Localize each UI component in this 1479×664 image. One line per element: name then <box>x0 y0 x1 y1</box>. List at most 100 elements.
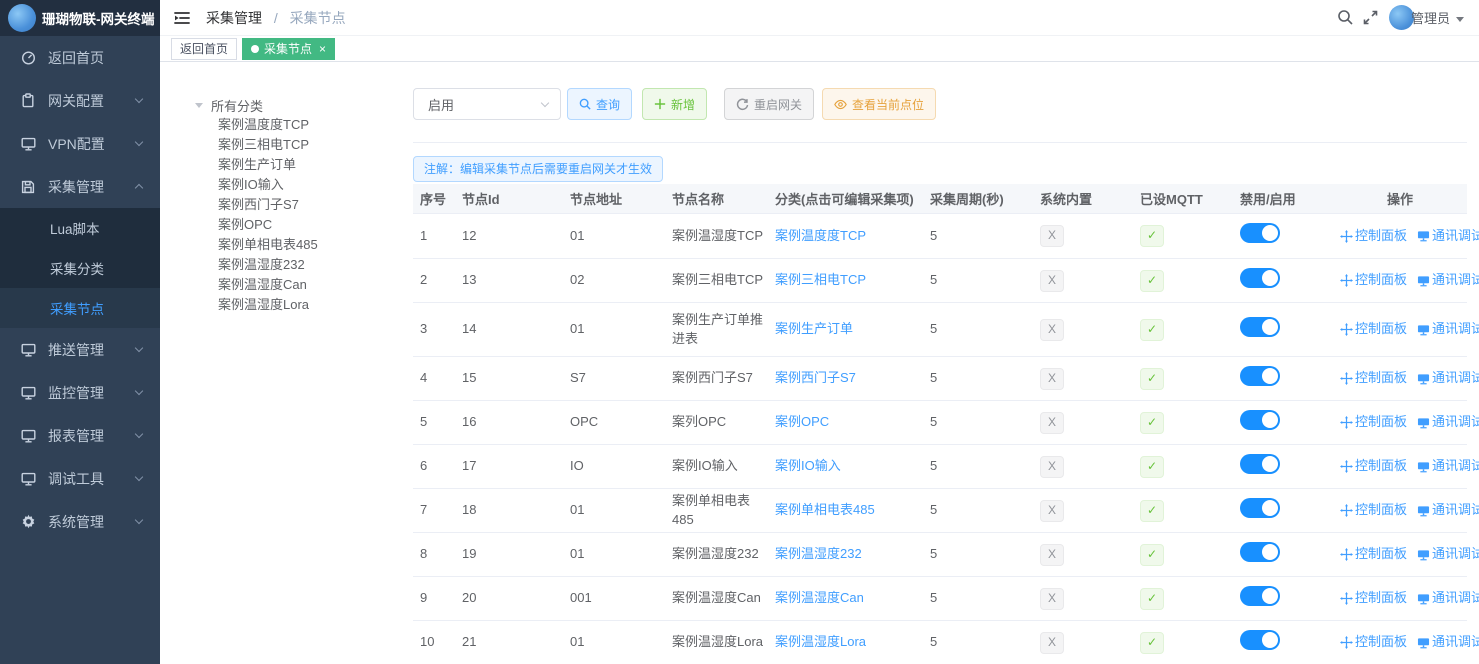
comm-debug-link[interactable]: 通讯调试 <box>1417 320 1479 339</box>
enable-toggle[interactable] <box>1240 268 1280 288</box>
chevron-down-icon <box>135 94 143 102</box>
cell-node-id: 21 <box>455 633 563 652</box>
sidebar-item-gateway-config[interactable]: 网关配置 <box>0 79 160 122</box>
category-link[interactable]: 案例西门子S7 <box>775 370 856 385</box>
control-panel-link[interactable]: 控制面板 <box>1340 271 1407 290</box>
control-panel-link[interactable]: 控制面板 <box>1340 545 1407 564</box>
chevron-down-icon <box>135 137 143 145</box>
cell-node-address: IO <box>563 457 665 476</box>
cell-node-id: 14 <box>455 320 563 339</box>
breadcrumb-parent[interactable]: 采集管理 <box>206 10 262 26</box>
enable-toggle[interactable] <box>1240 630 1280 650</box>
tree-node[interactable]: 案例三相电TCP <box>195 135 405 155</box>
search-button[interactable]: 查询 <box>567 88 632 120</box>
cell-index: 8 <box>413 545 455 564</box>
control-panel-link[interactable]: 控制面板 <box>1340 633 1407 652</box>
control-panel-link[interactable]: 控制面板 <box>1340 501 1407 520</box>
search-icon[interactable] <box>1337 9 1354 26</box>
mqtt-badge: ✓ <box>1140 270 1164 292</box>
tree-node[interactable]: 案例温湿度Can <box>195 275 405 295</box>
tree-node[interactable]: 案例单相电表485 <box>195 235 405 255</box>
cell-node-name: 案例温湿度Lora <box>665 633 768 652</box>
tree-node[interactable]: 案例OPC <box>195 215 405 235</box>
table-header-cell: 禁用/启用 <box>1233 189 1333 208</box>
status-filter-select[interactable]: 启用 <box>413 88 561 120</box>
category-link[interactable]: 案例生产订单 <box>775 321 853 336</box>
move-icon <box>1340 504 1353 517</box>
sidebar-item-system-management[interactable]: 系统管理 <box>0 500 160 543</box>
chevron-down-icon <box>135 386 143 394</box>
add-button[interactable]: 新增 <box>642 88 707 120</box>
category-link[interactable]: 案例IO输入 <box>775 458 841 473</box>
control-panel-link[interactable]: 控制面板 <box>1340 413 1407 432</box>
enable-toggle[interactable] <box>1240 498 1280 518</box>
restart-gateway-button[interactable]: 重启网关 <box>724 88 814 120</box>
comm-debug-link[interactable]: 通讯调试 <box>1417 369 1479 388</box>
tree-node[interactable]: 案例温湿度Lora <box>195 295 405 315</box>
enable-toggle[interactable] <box>1240 223 1280 243</box>
sidebar-item-report-management[interactable]: 报表管理 <box>0 414 160 457</box>
category-link[interactable]: 案例三相电TCP <box>775 272 866 287</box>
control-panel-link[interactable]: 控制面板 <box>1340 320 1407 339</box>
comm-debug-link[interactable]: 通讯调试 <box>1417 457 1479 476</box>
user-dropdown[interactable]: 管理员 <box>1389 5 1464 30</box>
builtin-badge: X <box>1040 319 1064 341</box>
tag-home[interactable]: 返回首页 <box>171 38 237 60</box>
cell-index: 4 <box>413 369 455 388</box>
sidebar-item-debug-tools[interactable]: 调试工具 <box>0 457 160 500</box>
category-link[interactable]: 案例温湿度232 <box>775 546 862 561</box>
cell-node-name: 案例温湿度TCP <box>665 227 768 246</box>
tree-node[interactable]: 案例温湿度232 <box>195 255 405 275</box>
divider <box>413 142 1467 143</box>
tree-node[interactable]: 案例IO输入 <box>195 175 405 195</box>
cell-node-id: 15 <box>455 369 563 388</box>
sidebar-item-monitor-management[interactable]: 监控管理 <box>0 371 160 414</box>
enable-toggle[interactable] <box>1240 454 1280 474</box>
category-link[interactable]: 案例温湿度Lora <box>775 634 866 649</box>
enable-toggle[interactable] <box>1240 317 1280 337</box>
control-panel-link[interactable]: 控制面板 <box>1340 589 1407 608</box>
mqtt-badge: ✓ <box>1140 456 1164 478</box>
sidebar-item-collect-management[interactable]: 采集管理 <box>0 165 160 208</box>
sidebar-subitem-collect-node[interactable]: 采集节点 <box>0 288 160 328</box>
tree-node[interactable]: 案例温度度TCP <box>195 115 405 135</box>
enable-toggle[interactable] <box>1240 410 1280 430</box>
app-title: 珊瑚物联-网关终端 <box>42 8 155 28</box>
enable-toggle[interactable] <box>1240 586 1280 606</box>
tree-root[interactable]: 所有分类 <box>195 95 405 115</box>
control-panel-link[interactable]: 控制面板 <box>1340 457 1407 476</box>
move-icon <box>1340 592 1353 605</box>
category-link[interactable]: 案例单相电表485 <box>775 502 875 517</box>
control-panel-link[interactable]: 控制面板 <box>1340 369 1407 388</box>
tag-close-icon[interactable]: × <box>319 43 326 55</box>
enable-toggle[interactable] <box>1240 366 1280 386</box>
tag-collect-node[interactable]: 采集节点× <box>242 38 335 60</box>
comm-debug-link[interactable]: 通讯调试 <box>1417 589 1479 608</box>
monitor-icon <box>1417 373 1430 385</box>
sidebar-subitem-lua-script[interactable]: Lua脚本 <box>0 208 160 248</box>
sidebar-item-vpn-config[interactable]: VPN配置 <box>0 122 160 165</box>
comm-debug-link[interactable]: 通讯调试 <box>1417 227 1479 246</box>
comm-debug-link[interactable]: 通讯调试 <box>1417 501 1479 520</box>
category-link[interactable]: 案例温度度TCP <box>775 228 866 243</box>
sidebar-item-push-management[interactable]: 推送管理 <box>0 328 160 371</box>
category-link[interactable]: 案例温湿度Can <box>775 590 864 605</box>
sidebar-subitem-collect-category[interactable]: 采集分类 <box>0 248 160 288</box>
comm-debug-link[interactable]: 通讯调试 <box>1417 545 1479 564</box>
builtin-badge: X <box>1040 225 1064 247</box>
sidebar-item-home[interactable]: 返回首页 <box>0 36 160 79</box>
comm-debug-link[interactable]: 通讯调试 <box>1417 633 1479 652</box>
category-link[interactable]: 案例OPC <box>775 414 829 429</box>
comm-debug-link[interactable]: 通讯调试 <box>1417 271 1479 290</box>
tree-node[interactable]: 案例生产订单 <box>195 155 405 175</box>
tree-node[interactable]: 案例西门子S7 <box>195 195 405 215</box>
control-panel-link[interactable]: 控制面板 <box>1340 227 1407 246</box>
hamburger-icon[interactable] <box>172 8 192 28</box>
view-points-button[interactable]: 查看当前点位 <box>822 88 936 120</box>
move-icon <box>1340 323 1353 336</box>
enable-toggle[interactable] <box>1240 542 1280 562</box>
monitor-icon <box>1417 593 1430 605</box>
note-banner: 注解：编辑采集节点后需要重启网关才生效 <box>413 156 663 182</box>
fullscreen-icon[interactable] <box>1363 10 1378 25</box>
comm-debug-link[interactable]: 通讯调试 <box>1417 413 1479 432</box>
